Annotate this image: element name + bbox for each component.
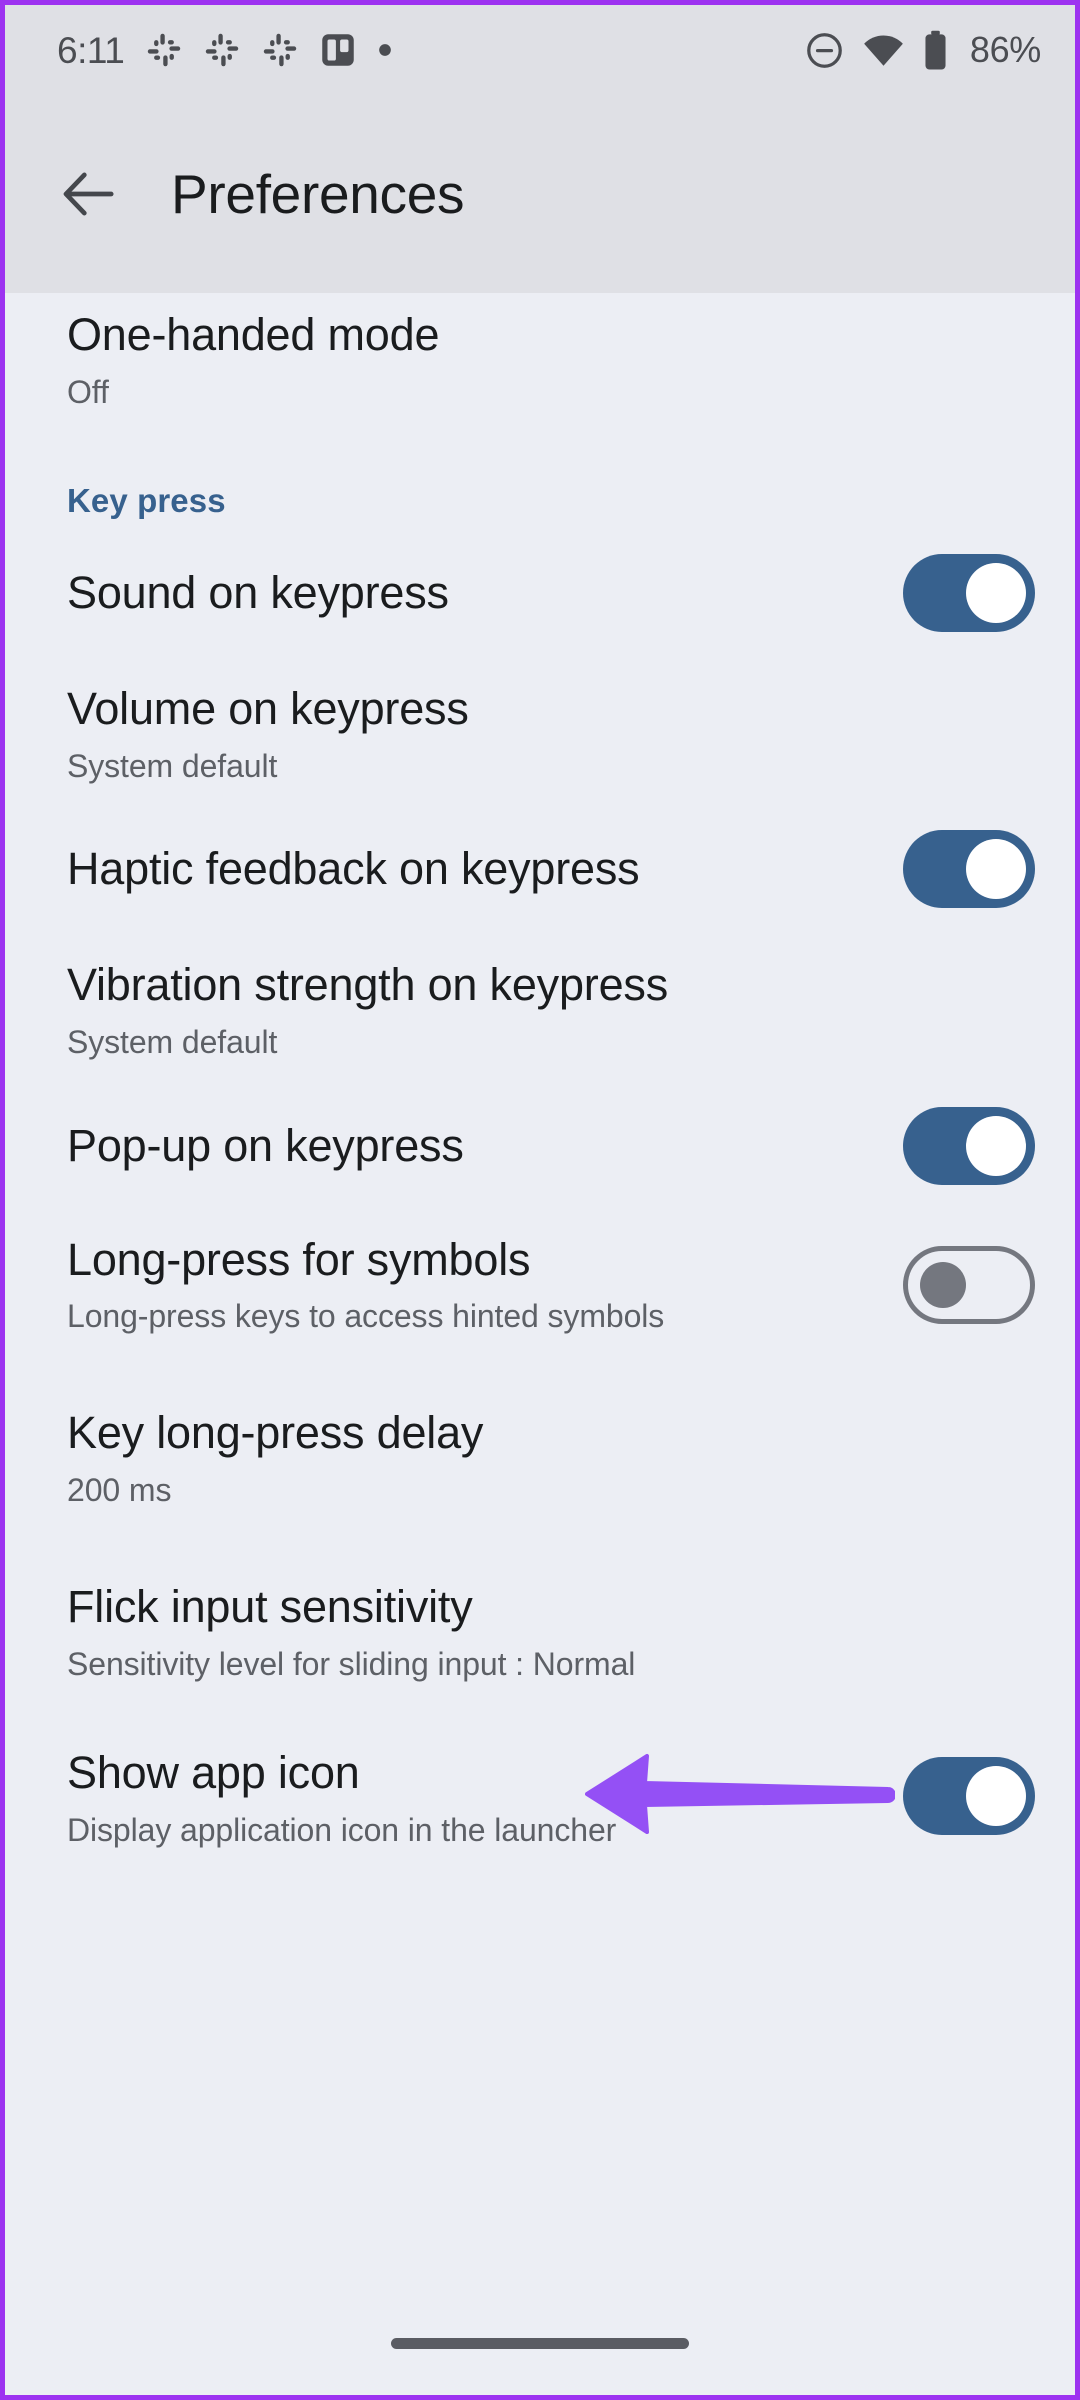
row-text: Flick input sensitivity Sensitivity leve…: [67, 1581, 1035, 1682]
back-arrow-icon: [63, 172, 114, 216]
setting-subtitle: Off: [67, 373, 109, 410]
setting-title: Show app icon: [67, 1747, 360, 1798]
row-text: Key long-press delay 200 ms: [67, 1407, 1035, 1508]
switch-popup-on-keypress[interactable]: [903, 1107, 1035, 1185]
setting-title: Volume on keypress: [67, 683, 469, 734]
trello-icon: [322, 34, 355, 66]
slack-icon: [148, 33, 181, 67]
switch-knob: [966, 1116, 1026, 1176]
setting-title: Long-press for symbols: [67, 1233, 531, 1285]
home-gesture-bar[interactable]: [391, 2338, 689, 2349]
setting-title: Haptic feedback on keypress: [67, 842, 640, 894]
app-bar: Preferences: [5, 95, 1075, 293]
slack-icon: [206, 33, 239, 67]
setting-row-key-long-press-delay[interactable]: Key long-press delay 200 ms: [5, 1361, 1075, 1553]
row-text: Long-press for symbols Long-press keys t…: [67, 1233, 883, 1335]
setting-row-haptic-feedback-on-keypress[interactable]: Haptic feedback on keypress: [5, 807, 1075, 931]
switch-sound-on-keypress[interactable]: [903, 554, 1035, 632]
setting-subtitle: System default: [67, 1023, 278, 1060]
switch-show-app-icon[interactable]: [903, 1757, 1035, 1835]
row-text: Vibration strength on keypress System de…: [67, 959, 1035, 1060]
setting-title: One-handed mode: [67, 309, 440, 360]
setting-subtitle: System default: [67, 747, 278, 784]
setting-row-vibration-strength-on-keypress[interactable]: Vibration strength on keypress System de…: [5, 931, 1075, 1083]
setting-title: Flick input sensitivity: [67, 1581, 473, 1632]
setting-title: Vibration strength on keypress: [67, 959, 669, 1010]
battery-percent-label: 86%: [969, 29, 1041, 70]
setting-row-flick-input-sensitivity[interactable]: Flick input sensitivity Sensitivity leve…: [5, 1553, 1075, 1715]
section-header-label: Key press: [67, 482, 226, 519]
do-not-disturb-icon: [807, 32, 842, 68]
row-text: One-handed mode Off: [67, 309, 1035, 410]
setting-row-volume-on-keypress[interactable]: Volume on keypress System default: [5, 655, 1075, 807]
status-clock: 6:11: [57, 29, 125, 71]
setting-title: Sound on keypress: [67, 566, 449, 618]
dot-icon: [379, 44, 392, 56]
switch-long-press-for-symbols[interactable]: [903, 1246, 1035, 1324]
phone-screen: 6:11 86% Preferences One-handed mode Off…: [0, 0, 1080, 2400]
section-header-key-press: Key press: [5, 423, 1075, 531]
setting-subtitle: Long-press keys to access hinted symbols: [67, 1298, 665, 1335]
switch-knob: [920, 1262, 966, 1308]
row-text: Show app icon Display application icon i…: [67, 1747, 883, 1848]
switch-knob: [966, 839, 1026, 899]
setting-title: Key long-press delay: [67, 1407, 484, 1458]
battery-icon: [925, 30, 946, 69]
row-text: Volume on keypress System default: [67, 683, 1035, 784]
status-bar-left: 6:11: [57, 32, 392, 69]
slack-icon: [264, 33, 297, 67]
setting-row-long-press-for-symbols[interactable]: Long-press for symbols Long-press keys t…: [5, 1209, 1075, 1361]
setting-row-sound-on-keypress[interactable]: Sound on keypress: [5, 531, 1075, 655]
status-bar: 6:11 86%: [5, 5, 1075, 95]
setting-row-one-handed-mode[interactable]: One-handed mode Off: [5, 293, 1075, 423]
preferences-list: One-handed mode Off Key press Sound on k…: [5, 293, 1075, 2395]
setting-subtitle: Display application icon in the launcher: [67, 1811, 617, 1848]
status-bar-right: 86%: [804, 29, 1041, 72]
setting-subtitle: Sensitivity level for sliding input : No…: [67, 1645, 636, 1682]
switch-knob: [966, 563, 1026, 623]
setting-title: Pop-up on keypress: [67, 1119, 464, 1171]
row-text: Pop-up on keypress: [67, 1119, 883, 1171]
wifi-icon: [863, 34, 903, 66]
setting-row-popup-on-keypress[interactable]: Pop-up on keypress: [5, 1083, 1075, 1209]
setting-subtitle: 200 ms: [67, 1471, 172, 1508]
row-text: Sound on keypress: [67, 566, 883, 618]
page-title: Preferences: [171, 162, 465, 225]
switch-haptic-feedback-on-keypress[interactable]: [903, 830, 1035, 908]
back-button[interactable]: [53, 158, 125, 230]
setting-row-show-app-icon[interactable]: Show app icon Display application icon i…: [5, 1715, 1075, 1877]
switch-knob: [966, 1766, 1026, 1826]
row-text: Haptic feedback on keypress: [67, 842, 883, 894]
